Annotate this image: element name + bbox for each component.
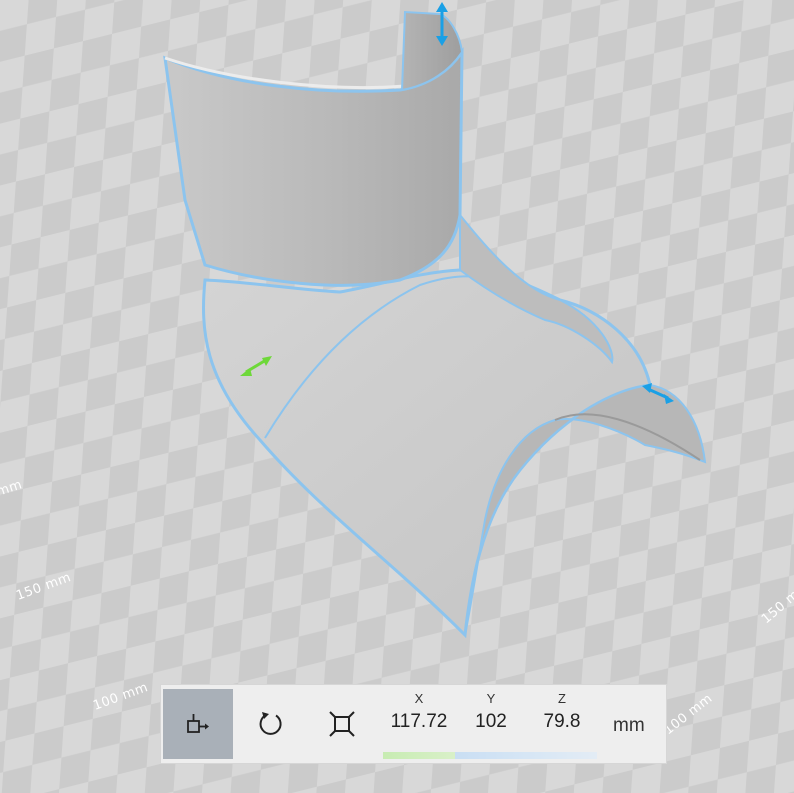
3d-viewport[interactable]: mm 150 mm 100 mm 150 m 100 mm [0,0,794,793]
transform-toolbar: X 117.72 Y 102 Z 79.8 mm [160,684,667,764]
rotate-tool-button[interactable] [235,689,305,759]
y-dimension[interactable]: Y 102 [455,685,527,763]
rotate-icon [259,712,282,735]
x-axis-label: X [414,691,424,706]
y-bar [455,752,527,759]
build-plate-scene: mm 150 mm 100 mm 150 m 100 mm [0,0,794,793]
x-dimension[interactable]: X 117.72 [383,685,455,763]
dimension-readout: X 117.72 Y 102 Z 79.8 mm [377,685,666,763]
z-value[interactable]: 79.8 [544,711,581,733]
unit-label: mm [613,715,645,736]
scale-icon [329,711,355,737]
y-axis-label: Y [486,691,496,706]
z-dimension[interactable]: Z 79.8 [527,685,597,763]
x-value[interactable]: 117.72 [391,711,448,733]
scale-tool-button[interactable] [307,689,377,759]
z-bar [527,752,597,759]
z-axis-label: Z [558,691,566,706]
move-tool-button[interactable] [163,689,233,759]
move-tool-icon [187,714,209,733]
x-bar [383,752,455,759]
y-value[interactable]: 102 [475,711,507,733]
